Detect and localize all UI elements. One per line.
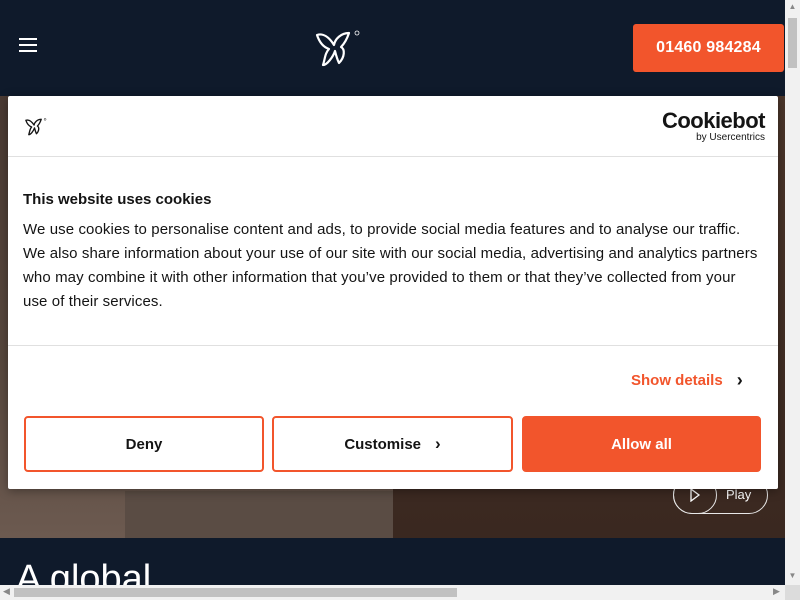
chevron-right-icon: ›	[435, 434, 441, 453]
show-details-link[interactable]: Show details ›	[631, 371, 743, 389]
cookie-consent-dialog: Cookiebot by Usercentrics This website u…	[8, 96, 778, 489]
deny-button[interactable]: Deny	[24, 416, 264, 472]
butterfly-logo-icon	[25, 118, 47, 136]
allow-all-label: Allow all	[611, 435, 672, 453]
show-details-label: Show details	[631, 371, 723, 389]
scrollbar-thumb[interactable]	[788, 18, 797, 68]
divider	[8, 345, 778, 346]
cookiebot-brand-logo[interactable]: Cookiebot by Usercentrics	[659, 108, 766, 144]
phone-button[interactable]: 01460 984284	[633, 24, 784, 72]
scroll-up-icon[interactable]: ▲	[788, 2, 797, 11]
scrollbar-thumb[interactable]	[14, 588, 457, 597]
cookie-title: This website uses cookies	[23, 191, 212, 208]
customise-button[interactable]: Customise ›	[272, 416, 513, 472]
cookie-dialog-header: Cookiebot by Usercentrics	[8, 96, 778, 157]
deny-label: Deny	[125, 435, 163, 453]
scroll-left-icon[interactable]: ◀	[3, 586, 10, 597]
cookiebot-name: Cookiebot	[661, 108, 766, 133]
butterfly-logo-icon[interactable]	[311, 29, 361, 69]
cookiebot-by: by Usercentrics	[696, 132, 765, 143]
intro-section: A global	[0, 538, 785, 585]
scrollbar-corner	[785, 585, 800, 600]
cookie-description: We use cookies to personalise content an…	[23, 221, 758, 310]
scroll-right-icon[interactable]: ▶	[773, 586, 780, 597]
horizontal-scrollbar[interactable]: ◀ ▶	[0, 585, 785, 600]
vertical-scrollbar[interactable]: ▲ ▼	[785, 0, 800, 585]
hamburger-menu-icon[interactable]	[19, 38, 37, 52]
site-header: 01460 984284	[0, 0, 785, 96]
section-title: A global	[16, 558, 152, 585]
allow-all-button[interactable]: Allow all	[522, 416, 761, 472]
customise-label: Customise	[344, 435, 421, 453]
scroll-down-icon[interactable]: ▼	[788, 571, 797, 580]
play-label: Play	[726, 487, 752, 502]
chevron-right-icon: ›	[736, 370, 743, 390]
